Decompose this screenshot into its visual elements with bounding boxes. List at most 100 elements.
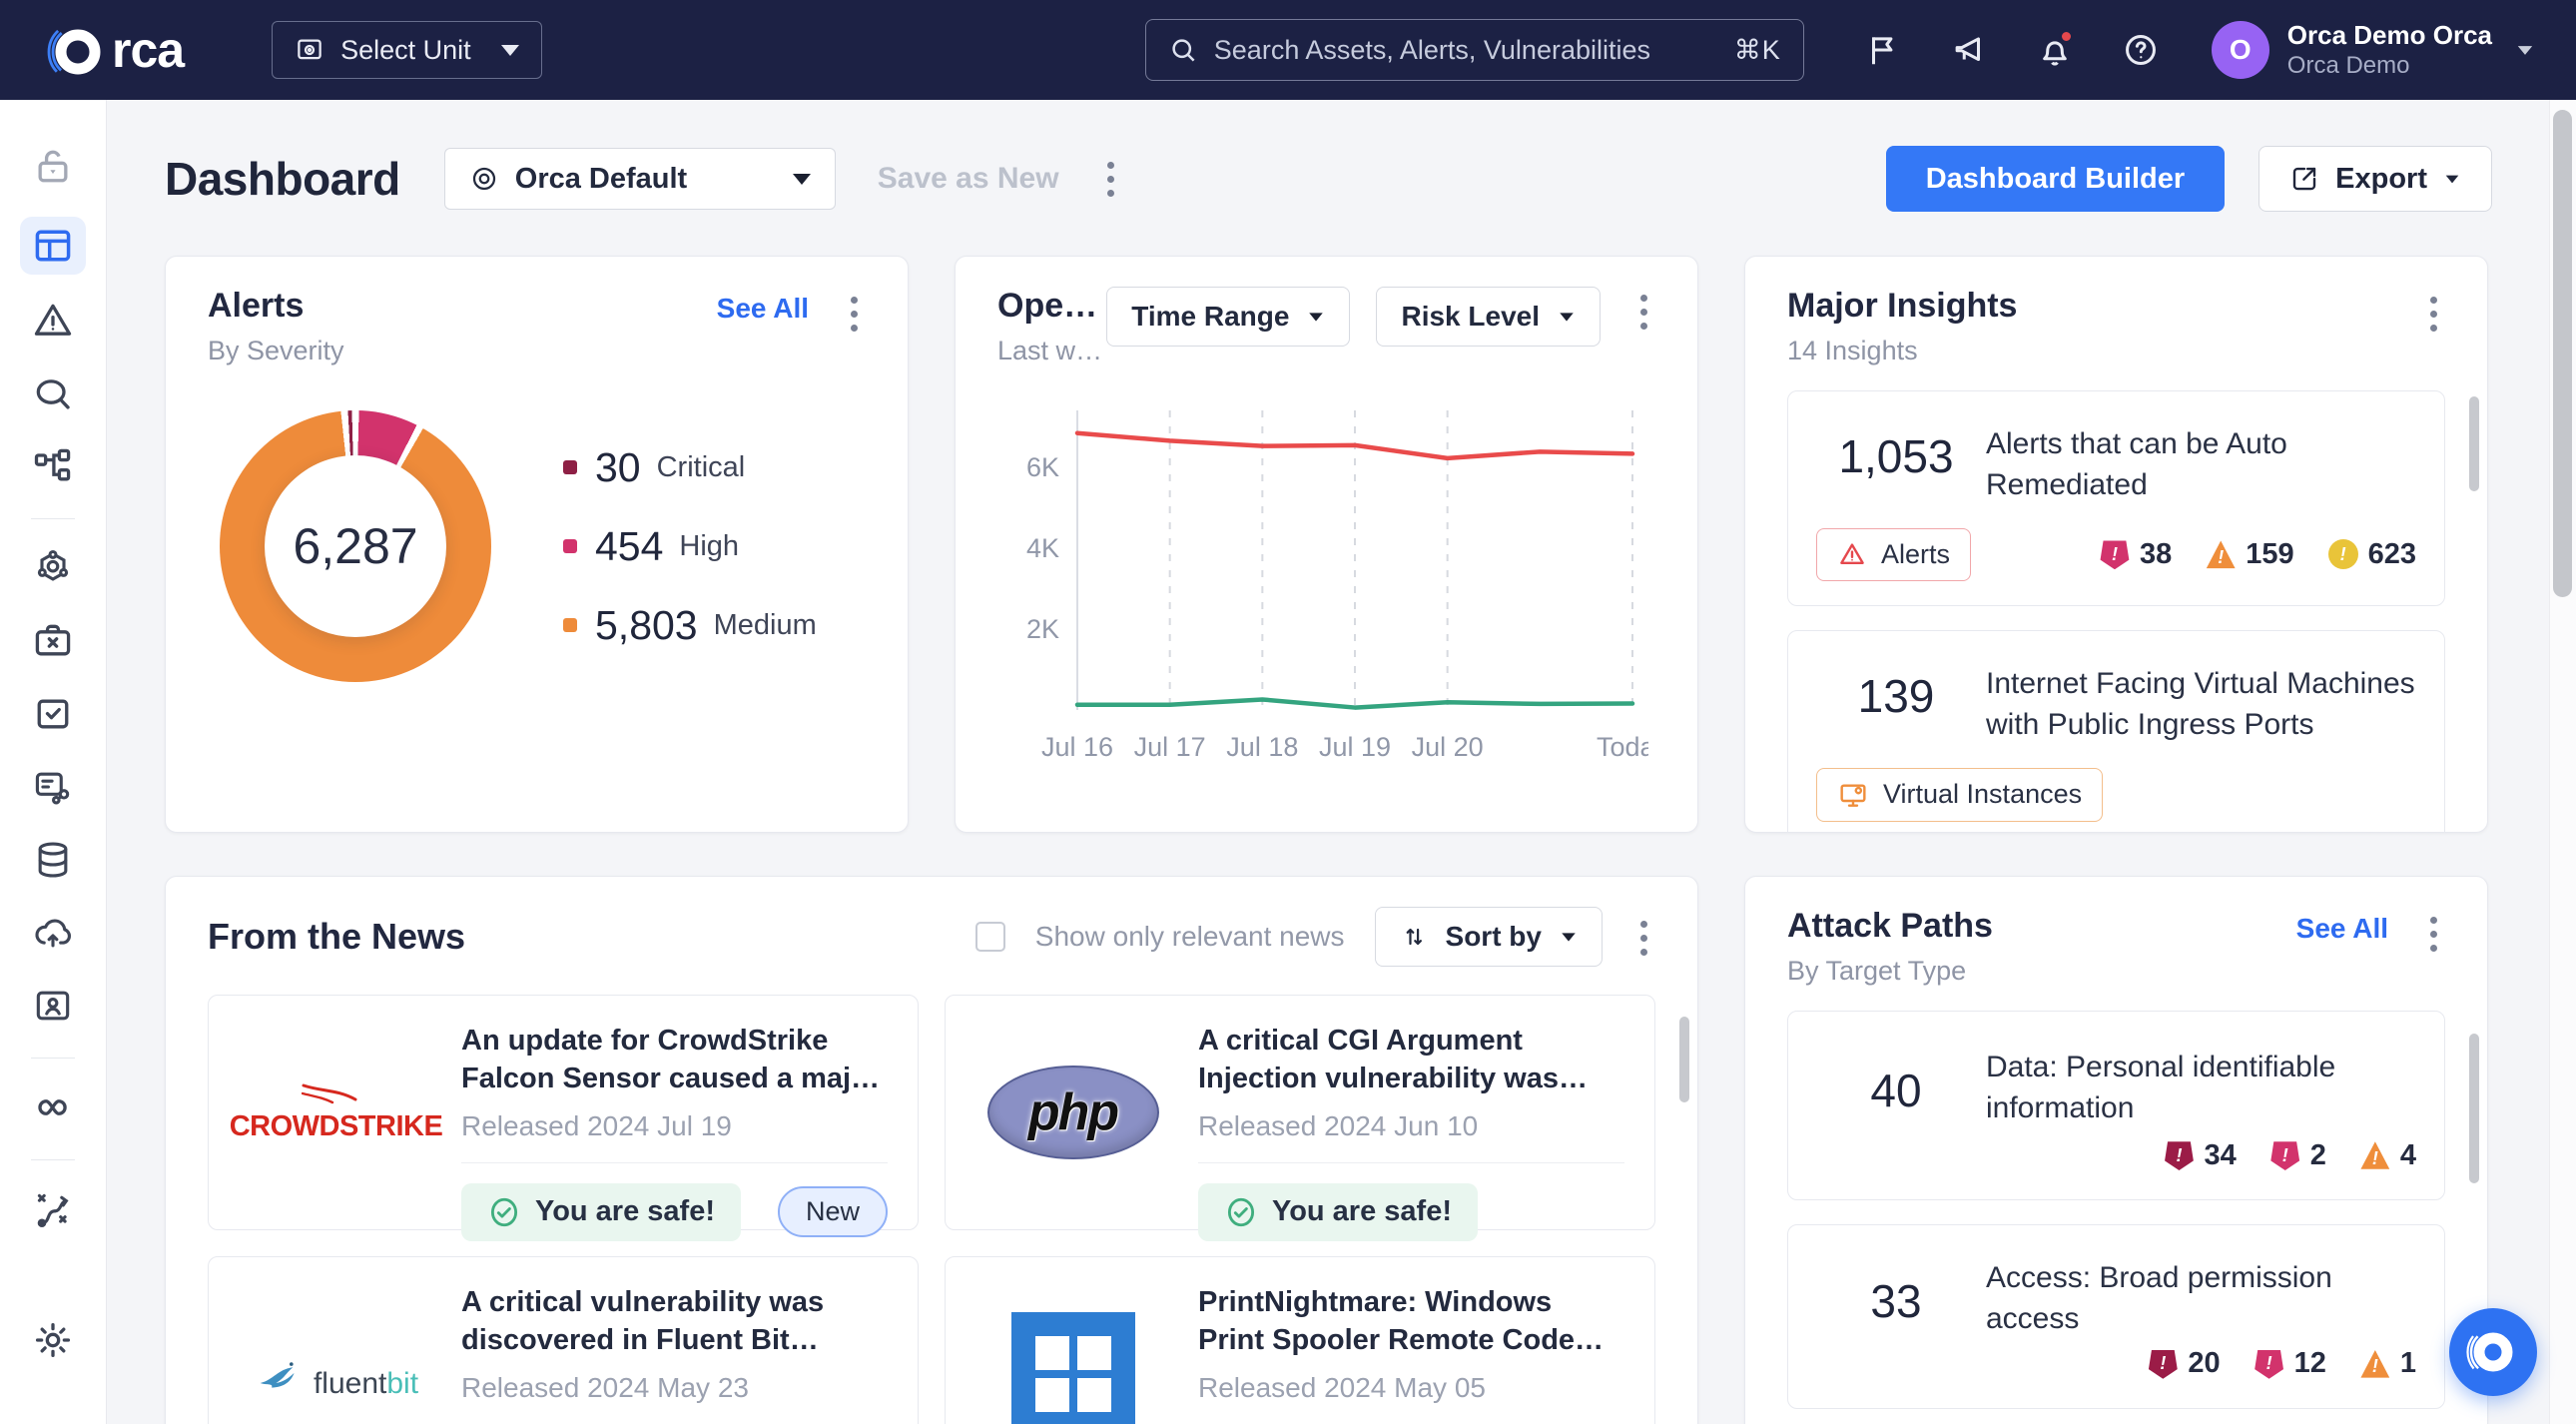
lock-open-icon[interactable]	[30, 144, 76, 190]
news-kebab-menu[interactable]	[1632, 913, 1655, 964]
relevant-news-checkbox[interactable]	[975, 922, 1005, 952]
attack-path-item[interactable]: 33 Access: Broad permission access ! 20 …	[1787, 1224, 2445, 1409]
page-scrollbar[interactable]	[2549, 100, 2576, 1424]
insights-scrollbar[interactable]	[2469, 396, 2479, 491]
open-alerts-title: Ope…	[997, 287, 1080, 326]
caution-badge: ! 623	[2328, 538, 2416, 571]
alerts-see-all-link[interactable]: See All	[717, 293, 809, 325]
sidebar-item-data-security[interactable]	[30, 837, 76, 883]
attack-paths-title: Attack Paths	[1787, 907, 1993, 946]
sidebar-item-policies[interactable]	[30, 764, 76, 810]
attack-paths-kebab-menu[interactable]	[2422, 909, 2445, 960]
news-item-windows[interactable]: PrintNightmare: Windows Print Spooler Re…	[945, 1256, 1655, 1424]
user-name: Orca Demo Orca	[2287, 19, 2492, 52]
high-badge: ! 2	[2270, 1139, 2326, 1172]
sidebar-item-compliance[interactable]	[30, 691, 76, 737]
risk-level-dropdown[interactable]: Risk Level	[1376, 287, 1601, 347]
svg-text:2K: 2K	[1026, 614, 1059, 644]
orca-assistant-fab[interactable]	[2449, 1308, 2537, 1396]
settings-gear-icon[interactable]	[30, 1317, 76, 1363]
header-kebab-menu[interactable]	[1099, 154, 1122, 205]
insight-text: Alerts that can be Auto Remediated	[1986, 415, 2416, 506]
attack-paths-see-all-link[interactable]: See All	[2296, 913, 2388, 945]
export-button[interactable]: Export	[2258, 146, 2492, 212]
time-range-dropdown[interactable]: Time Range	[1106, 287, 1350, 347]
insight-item[interactable]: 1,053 Alerts that can be Auto Remediated…	[1787, 390, 2445, 606]
critical-value: 30	[595, 444, 641, 491]
fluentbit-logo: fluentbit	[239, 1283, 433, 1424]
export-label: Export	[2335, 163, 2427, 196]
divider	[1198, 1162, 1624, 1163]
news-title: From the News	[208, 916, 465, 958]
news-item-php[interactable]: php A critical CGI Argument Injection vu…	[945, 995, 1655, 1230]
shield-pink-icon: !	[2100, 539, 2130, 569]
save-as-new-button[interactable]: Save as New	[878, 162, 1059, 196]
legend-item-high: 454 High	[563, 523, 817, 570]
high-swatch	[563, 539, 577, 553]
relevant-news-label: Show only relevant news	[1035, 921, 1345, 953]
dashboard-view-select[interactable]: Orca Default	[444, 148, 836, 210]
news-item-fluentbit[interactable]: fluentbit A critical vulnerability was d…	[208, 1256, 919, 1424]
virtual-instances-tag-chip: Virtual Instances	[1816, 768, 2103, 822]
chevron-down-icon	[2446, 175, 2459, 183]
avatar: O	[2212, 21, 2269, 79]
warning-badge: ! 4	[2360, 1139, 2416, 1172]
news-item-crowdstrike[interactable]: CROWDSTRIKE An update for CrowdStrike Fa…	[208, 995, 919, 1230]
alerts-tag-chip: Alerts	[1816, 528, 1971, 581]
sidebar-item-cloud[interactable]	[30, 910, 76, 956]
news-scrollbar[interactable]	[1679, 1017, 1689, 1102]
dashboard-builder-button[interactable]: Dashboard Builder	[1886, 146, 2225, 212]
insight-item[interactable]: 139 Internet Facing Virtual Machines wit…	[1787, 630, 2445, 833]
time-range-label: Time Range	[1131, 301, 1289, 333]
bell-icon[interactable]	[2032, 27, 2078, 73]
announcement-icon[interactable]	[1946, 27, 1992, 73]
risk-level-label: Risk Level	[1401, 301, 1540, 333]
sidebar-item-toolbox[interactable]	[30, 618, 76, 664]
from-the-news-card: From the News Show only relevant news So…	[165, 876, 1698, 1424]
attack-path-item[interactable]: 40 Data: Personal identifiable informati…	[1787, 1011, 2445, 1200]
alerts-kebab-menu[interactable]	[843, 289, 866, 340]
sort-by-label: Sort by	[1446, 921, 1542, 953]
open-alerts-kebab-menu[interactable]	[1632, 287, 1655, 338]
warning-badge: ! 1	[2360, 1347, 2416, 1380]
sidebar-item-alerts[interactable]	[30, 298, 76, 344]
orca-logo-text: rca	[112, 21, 184, 79]
chevron-down-icon	[2518, 46, 2532, 55]
news-item-title: A critical vulnerability was discovered …	[461, 1283, 888, 1360]
page-header: Dashboard Orca Default Save as New Dashb…	[165, 124, 2492, 234]
search-input[interactable]	[1214, 35, 1718, 66]
sidebar-item-shift-left[interactable]	[30, 1084, 76, 1130]
orca-logo[interactable]: rca	[42, 16, 184, 84]
attack-paths-scrollbar[interactable]	[2469, 1034, 2479, 1183]
sort-by-dropdown[interactable]: Sort by	[1375, 907, 1603, 967]
check-circle-icon	[487, 1195, 521, 1229]
select-unit-dropdown[interactable]: Select Unit	[272, 21, 542, 79]
sidebar-item-search[interactable]	[30, 370, 76, 416]
flag-icon[interactable]	[1860, 27, 1906, 73]
sidebar-item-identity[interactable]	[30, 983, 76, 1029]
insight-count: 139	[1816, 655, 1976, 723]
alerts-card: Alerts By Severity See All 6,287 30 Crit…	[165, 256, 909, 833]
help-icon[interactable]	[2118, 27, 2164, 73]
global-search[interactable]: ⌘K	[1145, 19, 1804, 81]
search-shortcut: ⌘K	[1734, 35, 1781, 66]
main-content: Dashboard Orca Default Save as New Dashb…	[107, 100, 2576, 1424]
legend-item-medium: 5,803 Medium	[563, 602, 817, 649]
sidebar-item-inventory[interactable]	[30, 443, 76, 489]
news-item-date: Released 2024 Jun 10	[1198, 1110, 1624, 1142]
triangle-orange-icon: !	[2360, 1140, 2390, 1170]
sidebar-item-integrations[interactable]	[30, 545, 76, 591]
user-menu[interactable]: O Orca Demo Orca Orca Demo	[2212, 19, 2534, 82]
sidebar-item-attack-paths[interactable]	[30, 1186, 76, 1232]
major-insights-card: Major Insights 14 Insights 1,053 Alerts …	[1744, 256, 2488, 833]
critical-label: Critical	[657, 451, 746, 484]
warning-badge: ! 159	[2206, 538, 2293, 571]
sidebar-item-dashboard[interactable]	[20, 217, 86, 275]
target-icon	[469, 164, 499, 194]
legend-item-critical: 30 Critical	[563, 444, 817, 491]
insights-kebab-menu[interactable]	[2422, 289, 2445, 340]
scrollbar-thumb[interactable]	[2553, 110, 2572, 597]
tag-label: Alerts	[1881, 539, 1950, 570]
alerts-card-title: Alerts	[208, 287, 344, 326]
medium-label: Medium	[714, 609, 817, 642]
